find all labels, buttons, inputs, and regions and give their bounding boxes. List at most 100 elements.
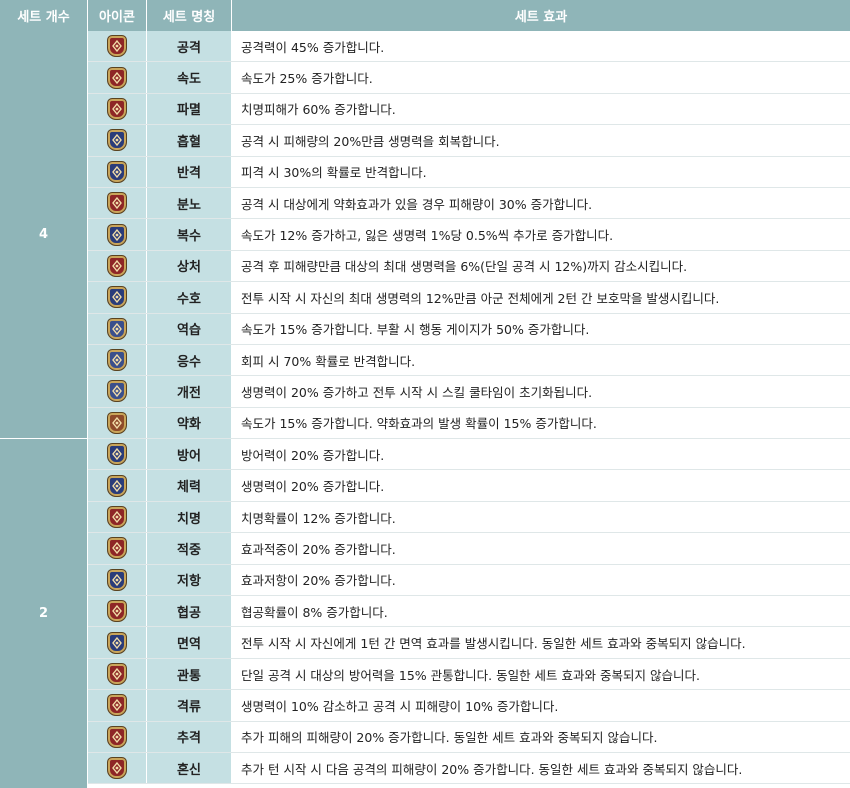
table-row: 약화 속도가 15% 증가합니다. 약화효과의 발생 확률이 15% 증가합니다.: [88, 407, 850, 440]
weaken-icon: [107, 411, 127, 434]
set-effect: 단일 공격 시 대상의 방어력을 15% 관통합니다. 동일한 세트 효과와 중…: [232, 658, 850, 690]
table-row: 관통 단일 공격 시 대상의 방어력을 15% 관통합니다. 동일한 세트 효과와…: [88, 658, 850, 691]
heart-icon: [107, 474, 127, 497]
set-name: 체력: [147, 470, 232, 501]
icon-cell: [88, 250, 147, 282]
table-row: 상처 공격 후 피해량만큼 대상의 최대 생명력을 6%(단일 공격 시 12%)…: [88, 250, 850, 283]
table-row: 분노 공격 시 대상에게 약화효과가 있을 경우 피해량이 30% 증가합니다.: [88, 187, 850, 220]
set-effect: 전투 시작 시 자신에게 1턴 간 면역 효과를 발생시킵니다. 동일한 세트 …: [232, 627, 850, 658]
opening-icon: [107, 380, 127, 403]
set-name: 저항: [147, 564, 232, 596]
set-effect: 공격 시 피해량의 20%만큼 생명력을 회복합니다.: [232, 125, 850, 156]
set-name: 혼신: [147, 752, 232, 784]
pursuit-icon: [107, 725, 127, 748]
destruction-icon: [107, 97, 127, 120]
icon-cell: [88, 156, 147, 187]
set-effect: 속도가 25% 증가합니다.: [232, 62, 850, 93]
table-row: 수호 전투 시작 시 자신의 최대 생명력의 12%만큼 아군 전체에게 2턴 간…: [88, 282, 850, 314]
set-name: 적중: [147, 533, 232, 564]
set-name: 공격: [147, 31, 232, 62]
set-effect: 공격 후 피해량만큼 대상의 최대 생명력을 6%(단일 공격 시 12%)까지…: [232, 250, 850, 282]
set-name: 협공: [147, 596, 232, 627]
table-row: 응수 회피 시 70% 확률로 반격합니다.: [88, 344, 850, 377]
guard-shield-icon: [107, 286, 127, 309]
set-effect: 치명확률이 12% 증가합니다.: [232, 501, 850, 533]
table-row: 적중 효과적중이 20% 증가합니다.: [88, 533, 850, 565]
set-effect: 방어력이 20% 증가합니다.: [232, 439, 850, 470]
icon-cell: [88, 93, 147, 125]
set-effect: 속도가 15% 증가합니다. 부활 시 행동 게이지가 50% 증가합니다.: [232, 313, 850, 344]
header-icon: 아이콘: [88, 0, 147, 31]
set-name: 복수: [147, 219, 232, 250]
header-set-effect: 세트 효과: [232, 0, 850, 31]
set-effect: 치명피해가 60% 증가합니다.: [232, 93, 850, 125]
icon-cell: [88, 658, 147, 690]
pierce-icon: [107, 663, 127, 685]
table-row: 저항 효과저항이 20% 증가합니다.: [88, 564, 850, 597]
set-effect: 생명력이 20% 증가하고 전투 시작 시 스킬 쿨타임이 초기화됩니다.: [232, 376, 850, 407]
set-name: 추격: [147, 721, 232, 752]
table-row: 치명 치명확률이 12% 증가합니다.: [88, 501, 850, 534]
counter-icon: [107, 160, 127, 183]
immunity-icon: [107, 631, 127, 654]
icon-cell: [88, 470, 147, 501]
set-name: 상처: [147, 250, 232, 282]
icon-cell: [88, 187, 147, 219]
blood-drop-icon: [107, 129, 127, 152]
set-name: 속도: [147, 62, 232, 93]
icon-cell: [88, 407, 147, 439]
table-row: 체력 생명력이 20% 증가합니다.: [88, 470, 850, 502]
header-set-name: 세트 명칭: [147, 0, 232, 31]
icon-cell: [88, 344, 147, 376]
torrent-icon: [107, 694, 127, 717]
set-count-cell: 4: [0, 31, 88, 439]
set-name: 방어: [147, 439, 232, 470]
icon-cell: [88, 313, 147, 344]
critical-icon: [107, 506, 127, 529]
table-row: 개전 생명력이 20% 증가하고 전투 시작 시 스킬 쿨타임이 초기화됩니다.: [88, 376, 850, 408]
revenge-icon: [107, 223, 127, 246]
set-effect: 생명력이 10% 감소하고 공격 시 피해량이 10% 증가합니다.: [232, 690, 850, 721]
icon-cell: [88, 533, 147, 564]
table-row: 면역 전투 시작 시 자신에게 1턴 간 면역 효과를 발생시킵니다. 동일한 세…: [88, 627, 850, 659]
target-icon: [107, 537, 127, 560]
table-row: 복수 속도가 12% 증가하고, 잃은 생명력 1%당 0.5%씩 추가로 증가합…: [88, 219, 850, 251]
icon-cell: [88, 219, 147, 250]
set-name: 격류: [147, 690, 232, 721]
icon-cell: [88, 376, 147, 407]
table-row: 추격 추가 피해의 피해량이 20% 증가합니다. 동일한 세트 효과와 중복되지…: [88, 721, 850, 753]
set-count-cell: 2: [0, 439, 88, 788]
set-name: 흡혈: [147, 125, 232, 156]
set-effect: 생명력이 20% 증가합니다.: [232, 470, 850, 501]
speed-arrow-icon: [107, 66, 127, 89]
table-row: 방어 방어력이 20% 증가합니다.: [88, 439, 850, 471]
set-effect: 피격 시 30%의 확률로 반격합니다.: [232, 156, 850, 187]
icon-cell: [88, 596, 147, 627]
set-effect: 추가 피해의 피해량이 20% 증가합니다. 동일한 세트 효과와 중복되지 않…: [232, 721, 850, 752]
cooperation-icon: [107, 600, 127, 623]
icon-cell: [88, 282, 147, 313]
set-effect: 추가 턴 시작 시 다음 공격의 피해량이 20% 증가합니다. 동일한 세트 …: [232, 752, 850, 784]
icon-cell: [88, 31, 147, 62]
icon-cell: [88, 721, 147, 752]
table-row: 공격 공격력이 45% 증가합니다.: [88, 31, 850, 63]
icon-cell: [88, 439, 147, 470]
set-name: 개전: [147, 376, 232, 407]
header-set-count: 세트 개수: [0, 0, 88, 31]
shield-icon: [107, 443, 127, 466]
rage-icon: [107, 192, 127, 215]
wound-icon: [107, 254, 127, 277]
icon-cell: [88, 564, 147, 596]
set-effect: 속도가 15% 증가합니다. 약화효과의 발생 확률이 15% 증가합니다.: [232, 407, 850, 439]
set-effect: 공격력이 45% 증가합니다.: [232, 31, 850, 62]
table-row: 반격 피격 시 30%의 확률로 반격합니다.: [88, 156, 850, 188]
set-effect: 전투 시작 시 자신의 최대 생명력의 12%만큼 아군 전체에게 2턴 간 보…: [232, 282, 850, 313]
table-row: 협공 협공확률이 8% 증가합니다.: [88, 596, 850, 628]
set-name: 파멸: [147, 93, 232, 125]
set-effect: 효과적중이 20% 증가합니다.: [232, 533, 850, 564]
set-name: 치명: [147, 501, 232, 533]
wings-icon: [107, 317, 127, 340]
icon-cell: [88, 62, 147, 93]
table-row: 혼신 추가 턴 시작 시 다음 공격의 피해량이 20% 증가합니다. 동일한 세…: [88, 752, 850, 785]
icon-cell: [88, 125, 147, 156]
